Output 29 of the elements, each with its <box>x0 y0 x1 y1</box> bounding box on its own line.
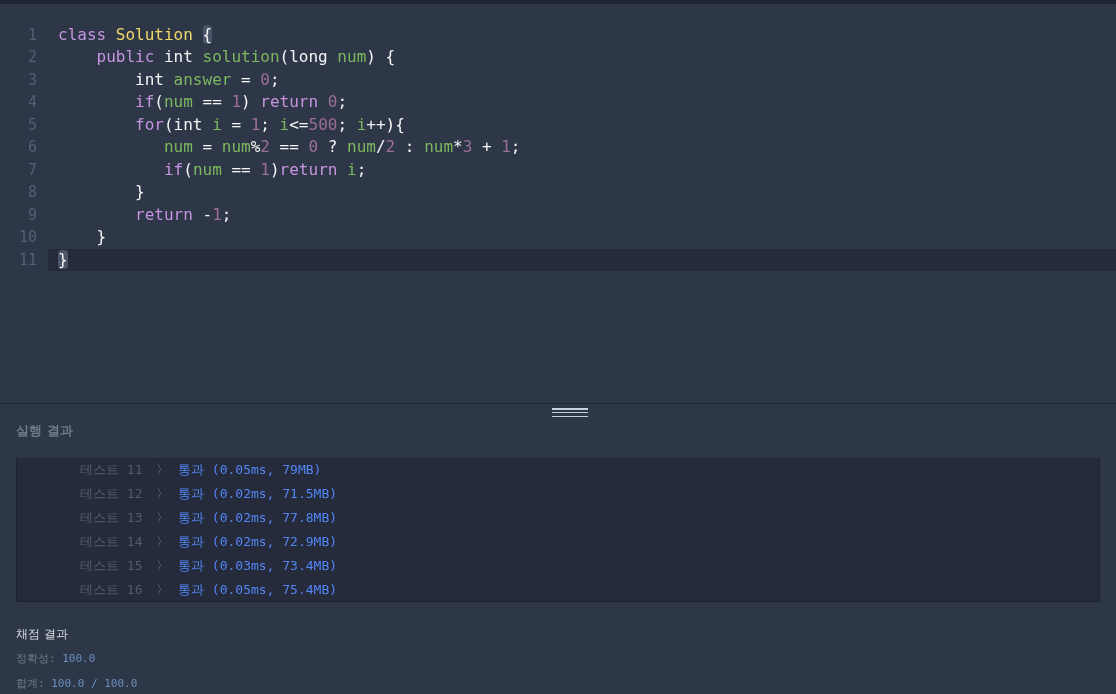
grading-title: 채점 결과 <box>16 626 69 643</box>
code-line: class Solution { <box>57 24 214 46</box>
code-line: num = num%2 == 0 ? num/2 : num*3 + 1; <box>162 136 522 159</box>
score-value: 100.0 <box>62 651 96 667</box>
chevron-text: 〉 <box>156 533 170 551</box>
chevron-text: 〉 <box>156 557 170 575</box>
score-label: 정확성: <box>16 651 57 667</box>
code-line: return -1; <box>134 204 233 226</box>
panel-title: 실행 결과 <box>16 422 74 441</box>
code-line: int answer = 0; <box>134 69 281 91</box>
chevron-text: 〉 <box>156 509 170 527</box>
test-result: 통과 (0.05ms, 75.4MB) <box>178 581 338 599</box>
chevron-text: 〉 <box>156 581 170 599</box>
code-line: public int solution(long num) { <box>95 46 397 69</box>
chevron-text: 〉 <box>156 461 170 479</box>
test-result: 통과 (0.05ms, 79MB) <box>178 461 322 479</box>
code-line: for(int i = 1; i<=500; i++){ <box>134 114 406 136</box>
score-label: 합계: <box>16 676 46 692</box>
score-value: 100.0 / 100.0 <box>51 676 138 692</box>
test-result: 통과 (0.02ms, 72.9MB) <box>178 533 338 551</box>
code-line: if(num == 1)return i; <box>162 159 368 181</box>
chevron-text: 〉 <box>156 485 170 503</box>
code-line: } <box>134 181 146 204</box>
test-result: 통과 (0.02ms, 71.5MB) <box>178 485 338 503</box>
test-result: 통과 (0.02ms, 77.8MB) <box>178 509 338 527</box>
resize-handle-icon[interactable] <box>552 408 588 418</box>
code-line: if(num == 1) return 0; <box>134 91 349 114</box>
code-line: } <box>95 226 108 249</box>
test-result: 통과 (0.03ms, 73.4MB) <box>178 557 338 575</box>
